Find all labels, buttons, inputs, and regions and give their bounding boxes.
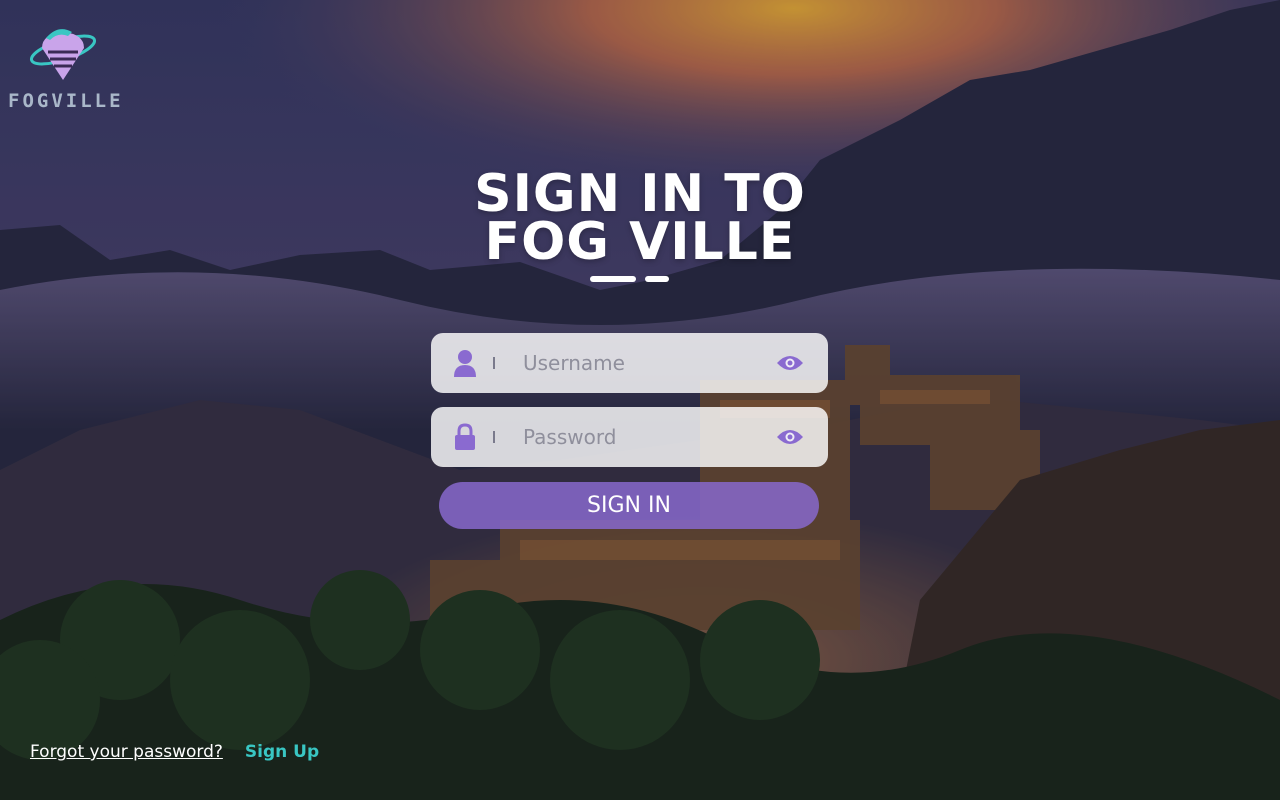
footer-links: Forgot your password? Sign Up <box>30 742 319 762</box>
lock-icon <box>453 423 477 451</box>
username-field[interactable] <box>431 333 828 393</box>
title-line-2: FOG VILLE <box>484 212 796 272</box>
field-separator <box>493 357 495 369</box>
field-separator <box>493 431 495 443</box>
title-decoration <box>645 276 669 282</box>
user-icon <box>453 349 477 377</box>
forgot-password-link[interactable]: Forgot your password? <box>30 742 223 762</box>
title-decoration <box>590 276 636 282</box>
brand-logo[interactable]: FOGVILLE <box>8 22 124 112</box>
title-line-1: SIGN IN TO <box>474 164 806 224</box>
eye-icon[interactable] <box>776 427 804 447</box>
username-input[interactable] <box>521 350 776 376</box>
password-input[interactable] <box>521 424 776 450</box>
brand-name: FOGVILLE <box>8 90 124 112</box>
page-title: SIGN IN TO FOG VILLE <box>340 164 940 272</box>
password-field[interactable] <box>431 407 828 467</box>
fogville-logo-icon <box>29 29 97 80</box>
sign-up-link[interactable]: Sign Up <box>245 742 319 762</box>
background-image <box>0 0 1280 800</box>
eye-icon[interactable] <box>776 353 804 373</box>
sign-in-button[interactable]: SIGN IN <box>439 482 819 529</box>
